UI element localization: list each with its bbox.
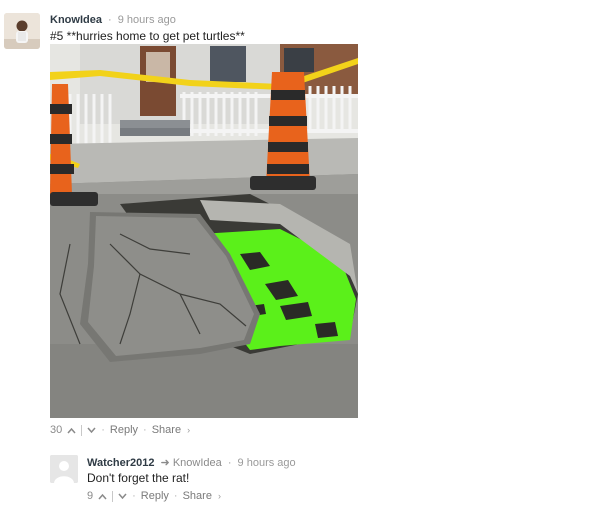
comment-header: KnowIdea · 9 hours ago [50, 14, 176, 26]
separator-dot: · [143, 424, 147, 436]
separator-dot: · [227, 457, 232, 469]
reply-arrow-icon: ➜ [160, 457, 170, 469]
reply-to-user[interactable]: KnowIdea [173, 457, 222, 469]
reply-button[interactable]: Reply [110, 424, 138, 436]
reply-author[interactable]: Watcher2012 [87, 457, 154, 469]
upvote-button[interactable] [67, 427, 76, 434]
downvote-button[interactable] [118, 493, 127, 500]
sinkhole-photo[interactable] [50, 44, 358, 418]
reply-actions: 9 · Reply · Share › [87, 490, 221, 502]
chevron-up-icon [67, 427, 76, 433]
reply-header: Watcher2012 ➜ KnowIdea · 9 hours ago [87, 456, 296, 469]
separator-dot: · [101, 424, 105, 436]
vote-count: 30 [50, 424, 63, 436]
user-avatar[interactable] [4, 13, 40, 49]
comment-author[interactable]: KnowIdea [50, 14, 102, 26]
reply-button[interactable]: Reply [141, 490, 169, 502]
share-label: Share [182, 490, 212, 502]
vote-divider [112, 490, 114, 502]
vote-divider [81, 424, 83, 436]
chevron-down-icon [87, 427, 96, 433]
share-label: Share [151, 424, 182, 436]
reply-text: Don't forget the rat! [87, 471, 190, 485]
user-avatar-placeholder[interactable] [50, 455, 78, 483]
share-button[interactable]: Share › [152, 424, 190, 436]
downvote-button[interactable] [87, 427, 96, 434]
comment-text: #5 **hurries home to get pet turtles** [50, 29, 245, 43]
separator-dot: · [108, 14, 112, 26]
chevron-right-icon: › [218, 491, 222, 501]
share-button[interactable]: Share › [183, 490, 221, 502]
upvote-button[interactable] [98, 493, 107, 500]
comment-actions: 30 · Reply · Share › [50, 424, 190, 436]
separator-dot: · [173, 490, 178, 502]
chevron-down-icon [118, 493, 127, 499]
chevron-up-icon [98, 493, 107, 499]
comment-timestamp[interactable]: 9 hours ago [118, 14, 176, 26]
reply-timestamp[interactable]: 9 hours ago [238, 457, 296, 469]
separator-dot: · [132, 490, 136, 502]
chevron-right-icon: › [187, 425, 191, 435]
vote-count: 9 [87, 490, 94, 502]
